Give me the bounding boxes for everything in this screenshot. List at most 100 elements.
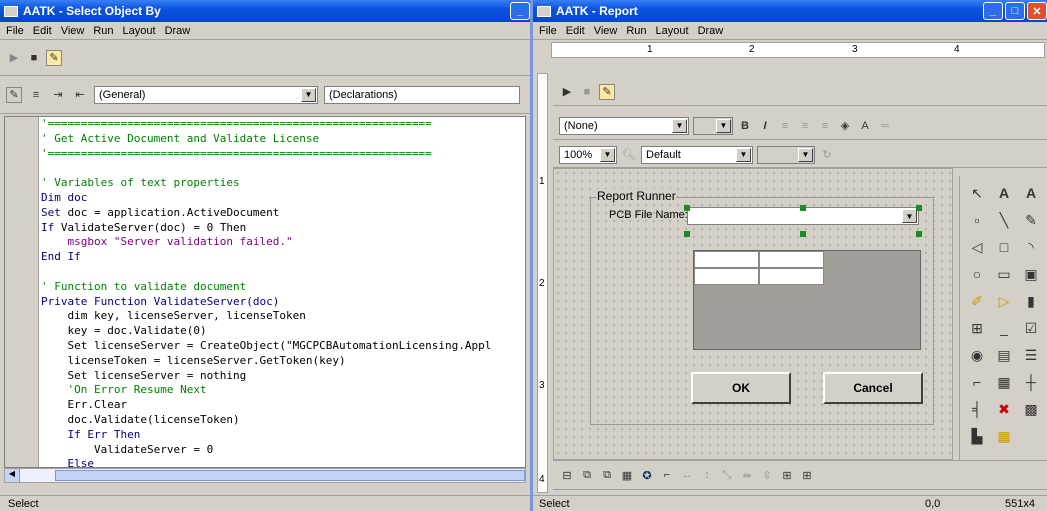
frame-icon[interactable]: ▭ [991,261,1017,287]
outdent-icon[interactable]: ⇤ [72,87,88,103]
selection-handle[interactable] [800,231,806,237]
zoom-icon[interactable]: 🔍︎ [621,147,637,163]
chevron-down-icon[interactable]: ▼ [600,147,615,162]
grid-icon[interactable]: ⊞ [964,315,990,341]
run-icon[interactable]: ▶ [559,84,575,100]
code-line[interactable]: Else [41,457,491,467]
bring-front-icon[interactable]: ⧉ [599,467,615,483]
code-line[interactable]: Err.Clear [41,398,491,413]
menu-run[interactable]: Run [626,25,646,37]
scroll-left-icon[interactable]: ◀ [5,469,20,482]
code-line[interactable]: If ValidateServer(doc) = 0 Then [41,221,491,236]
run-icon[interactable]: ▶ [6,50,22,66]
listbox-icon[interactable]: ☰ [1018,342,1044,368]
code-line[interactable]: 'On Error Resume Next [41,383,491,398]
checkbox-icon[interactable]: ☑ [1018,315,1044,341]
underline-icon[interactable]: _ [991,315,1017,341]
line-style-icon[interactable]: ═ [877,118,893,134]
grid-snap-icon[interactable]: ▦ [619,467,635,483]
stop-icon[interactable]: ■ [579,84,595,100]
align-center-icon[interactable]: ≡ [797,118,813,134]
textbox-icon[interactable]: ▤ [991,342,1017,368]
code-line[interactable]: Set doc = application.ActiveDocument [41,206,491,221]
spin-icon[interactable]: ┼ [1018,369,1044,395]
v-spacing-icon[interactable]: ⇳ [759,467,775,483]
font-size-combo[interactable]: ▼ [693,116,733,135]
minimize-button[interactable]: _ [510,2,530,20]
zoom-combo[interactable]: 100% ▼ [559,145,617,164]
chevron-down-icon[interactable]: ▼ [716,118,731,133]
size-combo[interactable]: ▼ [757,145,815,164]
bold-icon[interactable]: B [737,118,753,134]
code-line[interactable]: key = doc.Validate(0) [41,324,491,339]
code-line[interactable]: ' Get Active Document and Validate Licen… [41,132,491,147]
close-button[interactable]: ✕ [1027,2,1047,20]
code-line[interactable] [41,265,491,280]
shape-icon[interactable]: ▫ [964,207,990,233]
code-line[interactable]: doc.Validate(licenseToken) [41,413,491,428]
italic-icon[interactable]: I [757,118,773,134]
same-width-icon[interactable]: ↔ [679,467,695,483]
code-line[interactable]: Set licenseServer = CreateObject("MGCPCB… [41,339,491,354]
align-objects-icon[interactable]: ⊟ [559,467,575,483]
ellipse-icon[interactable]: ○ [964,261,990,287]
pencil-icon[interactable]: ✐ [964,288,990,314]
menu-file[interactable]: File [539,25,557,37]
horizontal-scrollbar[interactable]: ◀ [4,468,526,483]
image-icon[interactable]: ▩ [1018,396,1044,422]
code-line[interactable]: '=======================================… [41,117,491,132]
arc-icon[interactable]: ◝ [1018,234,1044,260]
same-height-icon[interactable]: ↕ [699,467,715,483]
split-icon[interactable]: ╡ [964,396,990,422]
selection-handle[interactable] [800,205,806,211]
code-line[interactable]: Private Function ValidateServer(doc) [41,295,491,310]
align-right-icon[interactable]: ≡ [817,118,833,134]
design-mode-icon[interactable]: ✎ [46,49,62,66]
edit-icon[interactable]: ✎ [6,86,22,103]
selection-handle[interactable] [684,231,690,237]
crosstab-icon[interactable]: ▦ [991,423,1017,449]
code-line[interactable]: ' Function to validate document [41,280,491,295]
font-grow-icon[interactable]: A [1018,180,1044,206]
chart-icon[interactable]: ▙ [964,423,990,449]
minimize-button[interactable]: _ [983,2,1003,20]
code-line[interactable]: End If [41,250,491,265]
fill-color-icon[interactable]: ◈ [837,118,853,134]
chevron-down-icon[interactable]: ▼ [736,147,751,162]
chevron-down-icon[interactable]: ▼ [301,87,316,102]
code-line[interactable]: Set licenseServer = nothing [41,369,491,384]
center-v-icon[interactable]: ⊞ [799,467,815,483]
stop-icon[interactable]: ■ [26,50,42,66]
font-color-icon[interactable]: A [857,118,873,134]
cancel-button[interactable]: Cancel [823,372,923,404]
code-line[interactable]: Dim doc [41,191,491,206]
code-editor[interactable]: '=======================================… [4,116,526,468]
selection-handle[interactable] [916,205,922,211]
polygon-icon[interactable]: ◁ [964,234,990,260]
picture-icon[interactable]: ▣ [1018,261,1044,287]
scroll-thumb[interactable] [55,470,525,481]
comment-icon[interactable]: ≡ [28,87,44,103]
line-icon[interactable]: ╲ [991,207,1017,233]
code-line[interactable]: ' Variables of text properties [41,176,491,191]
pointer-icon[interactable]: ↖ [964,180,990,206]
maximize-button[interactable]: □ [1005,2,1025,20]
menu-edit[interactable]: Edit [566,25,585,37]
style-combo[interactable]: (None) ▼ [559,116,689,135]
settings-icon[interactable]: ✪ [639,467,655,483]
tab-order-icon[interactable]: ⌐ [659,467,675,483]
rectangle-icon[interactable]: □ [991,234,1017,260]
menu-draw[interactable]: Draw [165,25,191,37]
label-icon[interactable]: A [991,180,1017,206]
code-line[interactable]: '=======================================… [41,147,491,162]
center-h-icon[interactable]: ⊞ [779,467,795,483]
send-back-icon[interactable]: ⧉ [579,467,595,483]
battery-icon[interactable]: ▮ [1018,288,1044,314]
title-bar[interactable]: AATK - Report _ □ ✕ [533,0,1047,22]
code-line[interactable]: msgbox "Server validation failed." [41,235,491,250]
menu-layout[interactable]: Layout [123,25,156,37]
report-canvas[interactable]: Report Runner PCB File Name: ▼ OK Cancel [553,168,953,460]
same-size-icon[interactable]: ⤡ [719,467,735,483]
groupbox-icon[interactable]: ⌐ [964,369,990,395]
play-icon[interactable]: ▷ [991,288,1017,314]
